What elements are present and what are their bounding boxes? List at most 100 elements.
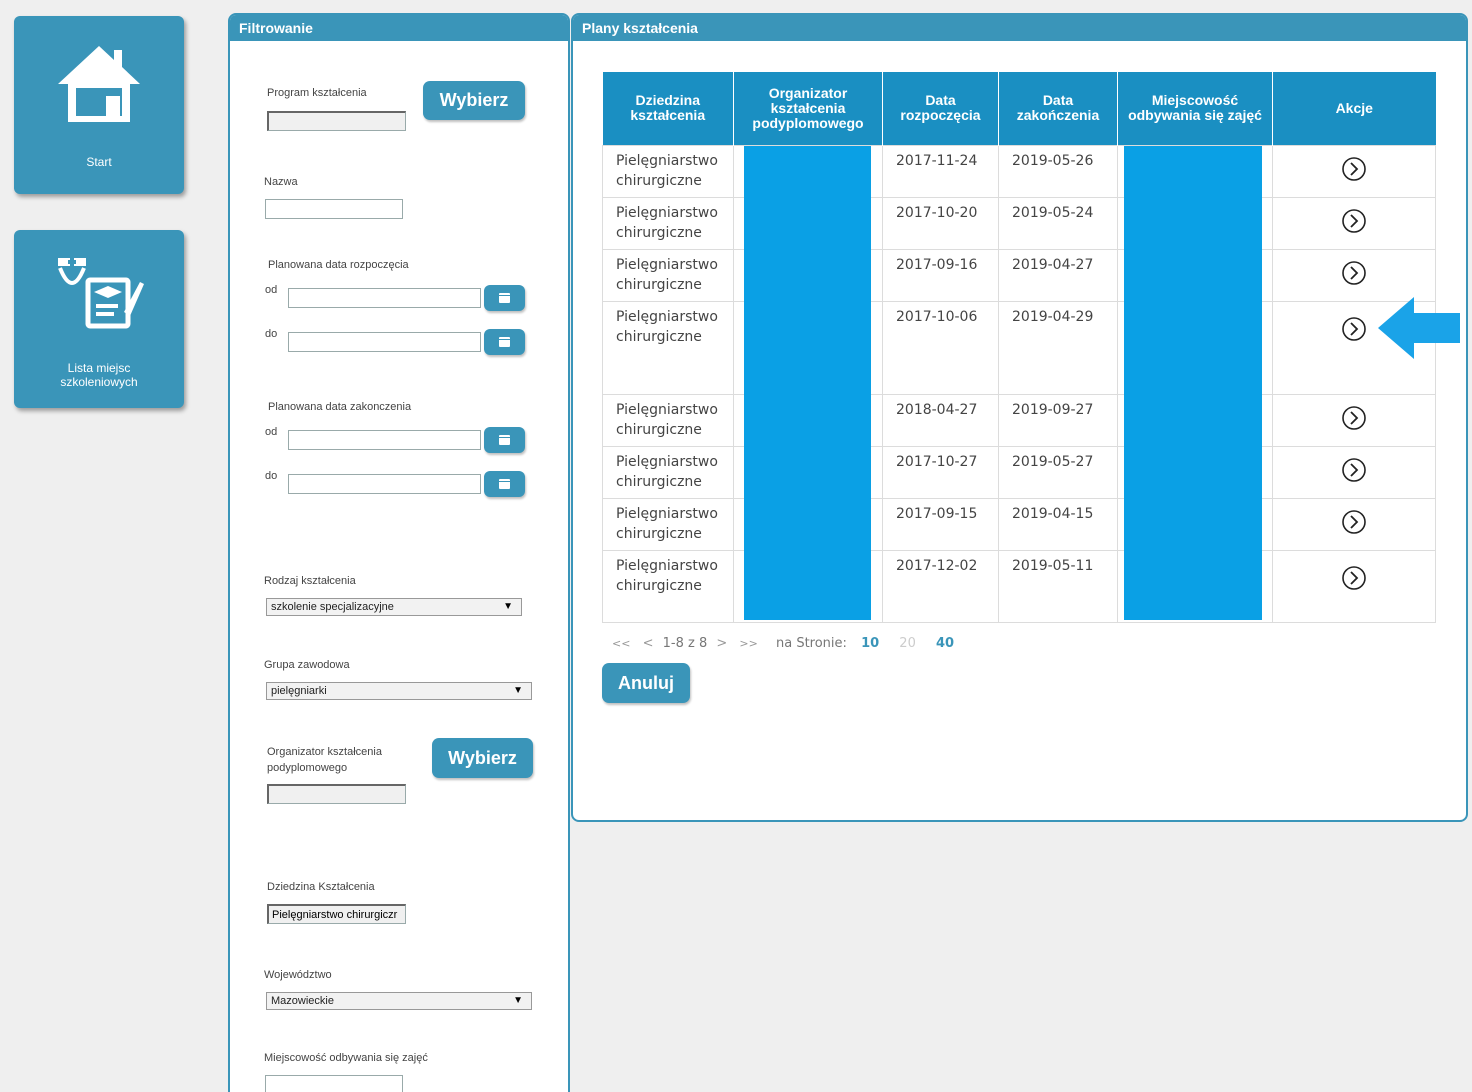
pagination: << < 1-8 z 8 > >> na Stronie: 10 20 40 (612, 636, 954, 651)
table-row: Pielęgniarstwo chirurgiczne 2017-10-20 2… (602, 196, 1436, 250)
cell-end: 2019-05-27 (998, 445, 1118, 499)
organizer-field (267, 784, 406, 804)
start-date-to-label: do (265, 328, 278, 340)
pager-next[interactable]: > (716, 636, 727, 651)
table-header-row: Dziedzina kształcenia Organizator kształ… (602, 72, 1436, 145)
cell-actions (1272, 248, 1436, 302)
cell-actions (1272, 497, 1436, 551)
group-select-value: pielęgniarki (271, 685, 327, 697)
field-input: Pielęgniarstwo chirurgiczr (267, 904, 406, 924)
redaction-bar-place (1124, 146, 1262, 620)
redaction-bar-organizer (744, 146, 871, 620)
chevron-down-icon: ▼ (513, 685, 523, 696)
cell-end: 2019-05-26 (998, 144, 1118, 198)
organizer-label: Organizator kształcenia podyplomowego (267, 746, 382, 774)
cell-end: 2019-04-27 (998, 248, 1118, 302)
plans-table: Dziedzina kształcenia Organizator kształ… (602, 72, 1436, 623)
start-date-label: Planowana data rozpoczęcia (268, 259, 409, 271)
name-label: Nazwa (264, 176, 298, 188)
table-row: Pielęgniarstwo chirurgiczne 2018-04-27 2… (602, 393, 1436, 447)
cell-start: 2018-04-27 (882, 393, 999, 447)
chevron-down-icon: ▼ (513, 995, 523, 1006)
group-select[interactable]: pielęgniarki ▼ (266, 682, 532, 700)
plans-panel-title: Plany kształcenia (573, 15, 1466, 41)
name-input[interactable] (265, 199, 403, 219)
col-end-header[interactable]: Data zakończenia (998, 72, 1118, 145)
pager-last[interactable]: >> (739, 637, 757, 650)
start-date-from-input[interactable] (288, 288, 481, 308)
cell-field: Pielęgniarstwo chirurgiczne (602, 248, 734, 302)
col-organizer-header[interactable]: Organizator kształcenia podyplomowego (733, 72, 883, 145)
col-place-header[interactable]: Miejscowość odbywania się zajęć (1117, 72, 1273, 145)
cell-actions (1272, 196, 1436, 250)
col-field-header[interactable]: Dziedzina kształcenia (602, 72, 734, 145)
cell-start: 2017-12-02 (882, 549, 999, 623)
cell-field: Pielęgniarstwo chirurgiczne (602, 549, 734, 623)
arrow-left-icon (1378, 297, 1460, 359)
choose-program-button[interactable]: Wybierz (423, 81, 525, 120)
cell-end: 2019-05-11 (998, 549, 1118, 623)
circle-chevron-right-icon[interactable] (1341, 156, 1367, 182)
start-date-to-calendar-button[interactable] (484, 329, 525, 355)
kind-label: Rodzaj kształcenia (264, 575, 356, 587)
end-date-from-calendar-button[interactable] (484, 427, 525, 453)
circle-chevron-right-icon[interactable] (1341, 316, 1367, 342)
cell-field: Pielęgniarstwo chirurgiczne (602, 196, 734, 250)
table-row: Pielęgniarstwo chirurgiczne 2017-10-06 2… (602, 300, 1436, 395)
start-label: Start (86, 155, 112, 169)
cell-field: Pielęgniarstwo chirurgiczne (602, 497, 734, 551)
circle-chevron-right-icon[interactable] (1341, 208, 1367, 234)
end-date-from-input[interactable] (288, 430, 481, 450)
voivodeship-label: Województwo (264, 969, 332, 981)
cell-actions (1272, 549, 1436, 623)
cell-end: 2019-04-15 (998, 497, 1118, 551)
table-row: Pielęgniarstwo chirurgiczne 2017-11-24 2… (602, 144, 1436, 198)
filter-panel-title: Filtrowanie (230, 15, 568, 41)
places-tile[interactable]: Lista miejsc szkoleniowych (14, 230, 184, 408)
cell-field: Pielęgniarstwo chirurgiczne (602, 393, 734, 447)
cell-end: 2019-05-24 (998, 196, 1118, 250)
circle-chevron-right-icon[interactable] (1341, 565, 1367, 591)
cell-actions (1272, 393, 1436, 447)
col-start-header[interactable]: Data rozpoczęcia (882, 72, 999, 145)
cell-start: 2017-09-15 (882, 497, 999, 551)
kind-select[interactable]: szkolenie specjalizacyjne ▼ (266, 598, 522, 616)
circle-chevron-right-icon[interactable] (1341, 260, 1367, 286)
pager-prev[interactable]: < (643, 636, 654, 651)
per-page-label: na Stronie: (775, 636, 847, 651)
start-date-from-label: od (265, 284, 278, 296)
cancel-button[interactable]: Anuluj (602, 663, 690, 703)
per-page-20[interactable]: 20 (899, 636, 916, 651)
table-row: Pielęgniarstwo chirurgiczne 2017-12-02 2… (602, 549, 1436, 623)
per-page-10[interactable]: 10 (861, 636, 879, 651)
home-icon (58, 46, 140, 122)
cell-start: 2017-10-06 (882, 300, 999, 395)
places-label: Lista miejsc szkoleniowych (60, 361, 138, 389)
choose-organizer-button[interactable]: Wybierz (432, 738, 533, 778)
pager-first[interactable]: << (612, 637, 630, 650)
cell-field: Pielęgniarstwo chirurgiczne (602, 300, 734, 395)
calendar-icon (499, 293, 510, 303)
cell-end: 2019-04-29 (998, 300, 1118, 395)
calendar-icon (499, 435, 510, 445)
table-row: Pielęgniarstwo chirurgiczne 2017-09-16 2… (602, 248, 1436, 302)
start-date-from-calendar-button[interactable] (484, 285, 525, 311)
end-date-to-input[interactable] (288, 474, 481, 494)
col-actions-header: Akcje (1272, 72, 1436, 145)
table-row: Pielęgniarstwo chirurgiczne 2017-09-15 2… (602, 497, 1436, 551)
kind-select-value: szkolenie specjalizacyjne (271, 601, 394, 613)
cell-end: 2019-09-27 (998, 393, 1118, 447)
start-tile[interactable]: Start (14, 16, 184, 194)
filter-panel: Filtrowanie (228, 13, 570, 1092)
per-page-40[interactable]: 40 (936, 636, 954, 651)
cell-actions (1272, 445, 1436, 499)
circle-chevron-right-icon[interactable] (1341, 509, 1367, 535)
circle-chevron-right-icon[interactable] (1341, 405, 1367, 431)
program-field (267, 111, 406, 131)
start-date-to-input[interactable] (288, 332, 481, 352)
voivodeship-select[interactable]: Mazowieckie ▼ (266, 992, 532, 1010)
group-label: Grupa zawodowa (264, 659, 350, 671)
end-date-to-calendar-button[interactable] (484, 471, 525, 497)
place-input[interactable] (265, 1075, 403, 1092)
circle-chevron-right-icon[interactable] (1341, 457, 1367, 483)
